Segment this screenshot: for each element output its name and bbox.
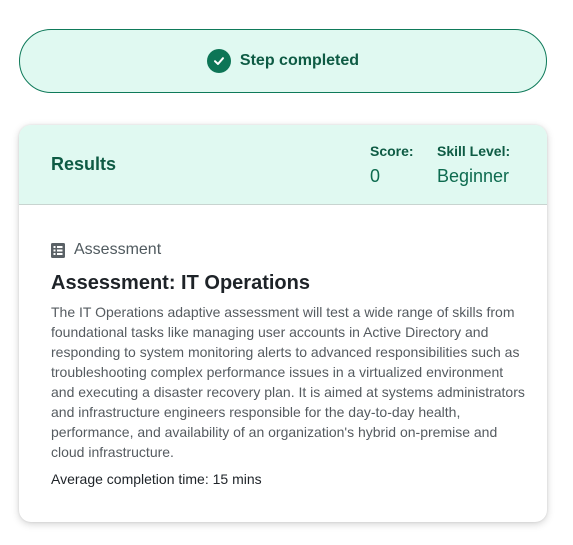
step-completed-banner: Step completed — [19, 29, 547, 93]
results-title: Results — [51, 154, 117, 174]
assessment-title: Assessment: IT Operations — [51, 272, 310, 294]
assessment-type-label: Assessment — [74, 241, 162, 258]
score-stat: Score: 0 — [370, 143, 414, 186]
list-icon — [51, 242, 65, 258]
skill-level-value: Beginner — [437, 166, 510, 186]
skill-level-stat: Skill Level: Beginner — [437, 143, 510, 186]
skill-level-label: Skill Level: — [437, 143, 511, 159]
score-value: 0 — [370, 166, 381, 186]
assessment-description: The IT Operations adaptive assessment wi… — [51, 304, 525, 460]
score-label: Score: — [370, 143, 414, 159]
results-header: Results Score: 0 Skill Level: Beginner — [19, 125, 547, 205]
average-completion-time: Average completion time: 15 mins — [51, 471, 262, 487]
check-circle-icon — [206, 49, 231, 73]
results-card: Results Score: 0 Skill Level: Beginner A… — [19, 125, 547, 522]
step-completed-text: Step completed — [239, 52, 360, 69]
assessment-type-row: Assessment — [51, 241, 161, 259]
